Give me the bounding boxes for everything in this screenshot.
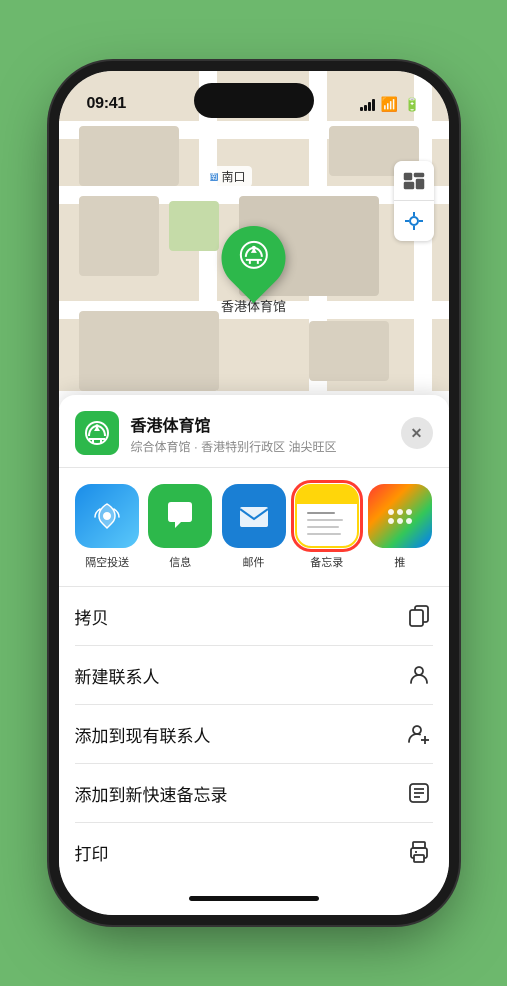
print-icon — [405, 838, 433, 866]
map-block — [309, 321, 389, 381]
map-block — [79, 311, 219, 391]
action-label: 打印 — [75, 840, 109, 865]
close-button[interactable]: ✕ — [401, 417, 433, 449]
map-view-btn[interactable] — [394, 161, 434, 201]
app-label: 隔空投送 — [85, 554, 129, 570]
app-label: 推 — [394, 554, 405, 570]
map-block — [79, 126, 179, 186]
app-airdrop[interactable]: 隔空投送 — [71, 484, 144, 570]
action-list: 拷贝 新建联系人 添加到现有联系人 — [59, 587, 449, 881]
home-indicator-area — [59, 881, 449, 915]
action-quick-note[interactable]: 添加到新快速备忘录 — [75, 764, 433, 823]
status-time: 09:41 — [87, 95, 126, 113]
pin-circle — [208, 213, 299, 304]
location-pin: 香港体育馆 — [221, 226, 286, 315]
copy-icon — [405, 602, 433, 630]
location-btn[interactable] — [394, 201, 434, 241]
app-label: 信息 — [169, 554, 191, 570]
more-icon — [368, 484, 432, 548]
action-add-contact[interactable]: 添加到现有联系人 — [75, 705, 433, 764]
map-block-green — [169, 201, 219, 251]
home-indicator — [189, 896, 319, 901]
messages-icon — [148, 484, 212, 548]
apps-row: 隔空投送 信息 邮件 — [59, 468, 449, 587]
app-mail[interactable]: 邮件 — [217, 484, 290, 570]
pin-icon — [237, 239, 269, 278]
sheet-title-area: 香港体育馆 综合体育馆 · 香港特别行政区 油尖旺区 — [131, 412, 401, 455]
app-label: 备忘录 — [310, 554, 343, 570]
app-notes[interactable]: 备忘录 — [290, 484, 363, 570]
share-sheet: 香港体育馆 综合体育馆 · 香港特别行政区 油尖旺区 ✕ 隔空投送 — [59, 395, 449, 915]
app-label: 邮件 — [243, 554, 265, 570]
map-label: 南 南口 — [204, 166, 252, 187]
app-more[interactable]: 推 — [363, 484, 436, 570]
signal-icon — [360, 99, 375, 111]
notes-icon — [295, 484, 359, 548]
dynamic-island — [194, 83, 314, 118]
map-controls — [394, 161, 434, 241]
action-label: 新建联系人 — [75, 663, 160, 688]
phone-frame: 09:41 📶 🔋 — [59, 71, 449, 915]
wifi-icon: 📶 — [381, 96, 398, 113]
battery-icon: 🔋 — [404, 97, 420, 113]
airdrop-icon — [75, 484, 139, 548]
action-new-contact[interactable]: 新建联系人 — [75, 646, 433, 705]
action-print[interactable]: 打印 — [75, 823, 433, 881]
note-icon — [405, 779, 433, 807]
action-label: 拷贝 — [75, 604, 109, 629]
action-label: 添加到现有联系人 — [75, 722, 211, 747]
app-messages[interactable]: 信息 — [144, 484, 217, 570]
label-icon: 南 — [210, 173, 218, 181]
status-icons: 📶 🔋 — [360, 96, 421, 113]
person-icon — [405, 661, 433, 689]
person-add-icon — [405, 720, 433, 748]
mail-icon — [222, 484, 286, 548]
place-icon — [75, 411, 119, 455]
sheet-title: 香港体育馆 — [131, 412, 401, 436]
action-copy[interactable]: 拷贝 — [75, 587, 433, 646]
sheet-header: 香港体育馆 综合体育馆 · 香港特别行政区 油尖旺区 ✕ — [59, 395, 449, 468]
map-block — [79, 196, 159, 276]
action-label: 添加到新快速备忘录 — [75, 781, 228, 806]
sheet-subtitle: 综合体育馆 · 香港特别行政区 油尖旺区 — [131, 438, 401, 455]
